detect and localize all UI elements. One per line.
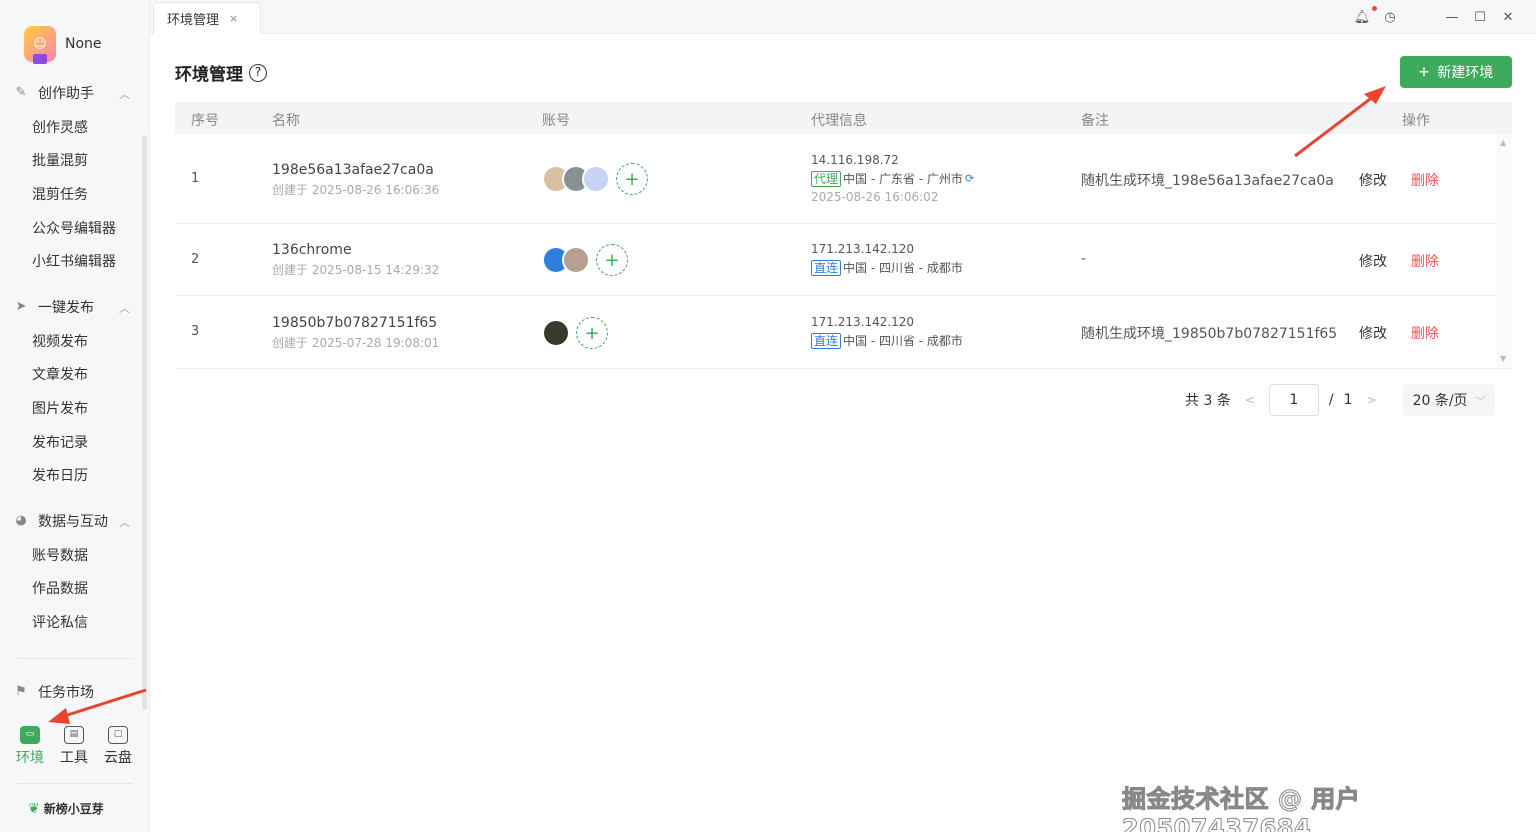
annotation-arrow-top bbox=[1294, 91, 1379, 158]
annotation-arrow-bottom bbox=[57, 688, 147, 720]
watermark: 掘金技术社区 @ 用户20507437684 bbox=[1122, 785, 1361, 832]
annotation-arrows bbox=[48, 86, 1386, 724]
annotation-arrowhead-bottom bbox=[48, 708, 70, 724]
